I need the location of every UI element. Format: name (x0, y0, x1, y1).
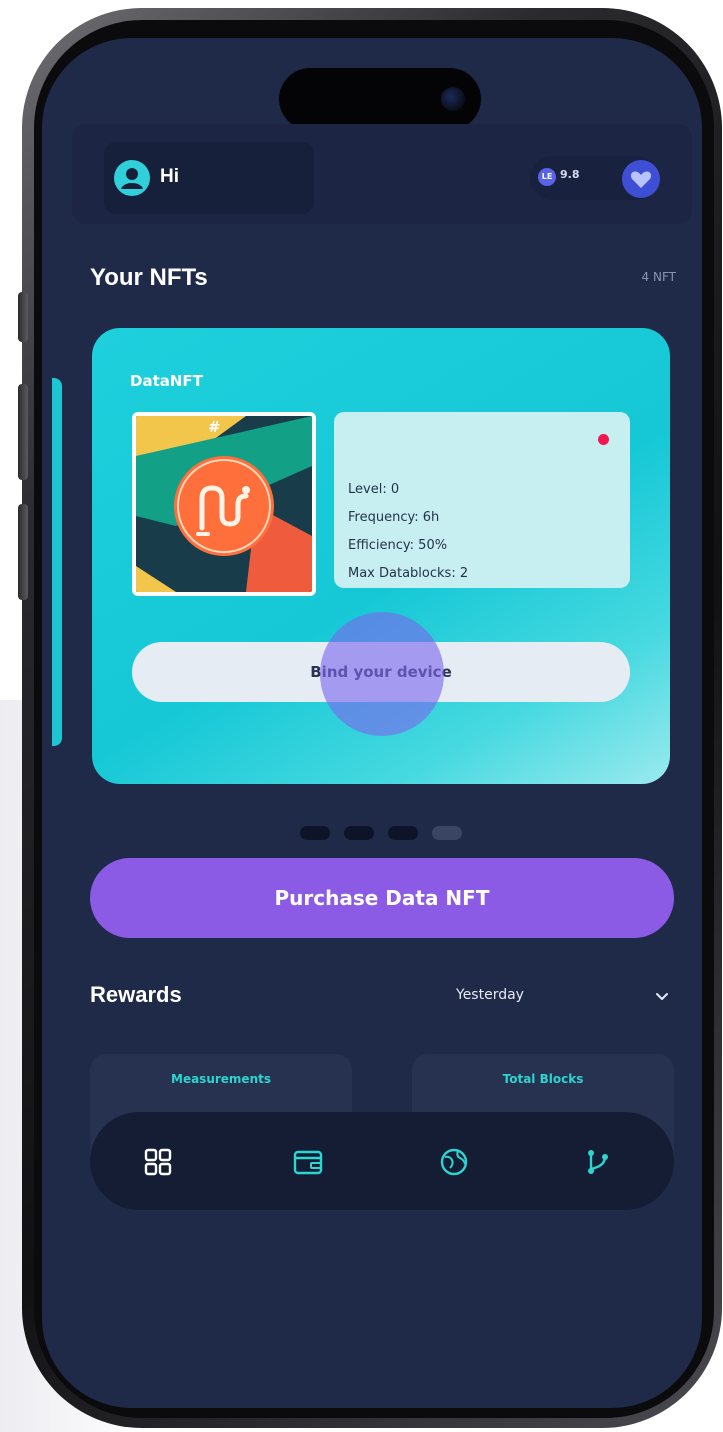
front-camera (441, 87, 465, 111)
total-blocks-label: Total Blocks (502, 1072, 584, 1086)
chevron-down-icon (656, 993, 668, 1000)
nft-logo-icon (136, 416, 312, 592)
stat-efficiency: Efficiency: 50% (348, 538, 448, 553)
nft-card-title: DataNFT (130, 372, 203, 390)
dynamic-island (279, 68, 481, 130)
nft-id-label: # (208, 418, 221, 436)
nfts-section-title: Your NFTs (90, 264, 208, 291)
pagination-dot[interactable] (300, 826, 330, 840)
previous-nft-card-peek[interactable] (52, 378, 62, 746)
period-dropdown[interactable]: Yesterday (442, 978, 676, 1014)
status-indicator (598, 434, 609, 445)
token-icon: LE (538, 168, 556, 186)
mute-switch (18, 292, 28, 342)
branch-icon[interactable] (578, 1142, 618, 1182)
purchase-nft-button[interactable]: Purchase Data NFT (90, 858, 674, 938)
pagination-dot-active[interactable] (432, 826, 462, 840)
wallet-icon[interactable] (288, 1142, 328, 1182)
greeting-text: Hi (160, 166, 179, 187)
volume-up-button (18, 384, 28, 480)
nft-artwork (132, 412, 316, 596)
volume-down-button (18, 504, 28, 600)
heart-icon (630, 171, 652, 188)
stat-frequency: Frequency: 6h (348, 510, 440, 525)
period-value: Yesterday (456, 987, 524, 1003)
phone-screen: Hi LE 9.8 Your NFTs 4 NFT DataNFT # Leve… (42, 38, 702, 1408)
favorites-button[interactable] (622, 160, 660, 198)
nft-count: 4 NFT (641, 270, 676, 284)
user-avatar-icon[interactable] (114, 160, 150, 196)
nft-stats-panel (334, 412, 630, 588)
measurements-label: Measurements (171, 1072, 271, 1086)
pagination-dot[interactable] (344, 826, 374, 840)
dashboard-grid-icon[interactable] (138, 1142, 178, 1182)
balance-value: 9.8 (560, 168, 580, 181)
rewards-title: Rewards (90, 982, 182, 1007)
pagination-dot[interactable] (388, 826, 418, 840)
stat-max-datablocks: Max Datablocks: 2 (348, 566, 469, 581)
globe-icon[interactable] (434, 1142, 474, 1182)
bind-device-button[interactable]: Bind your device (132, 642, 630, 702)
stat-level: Level: 0 (348, 482, 400, 497)
